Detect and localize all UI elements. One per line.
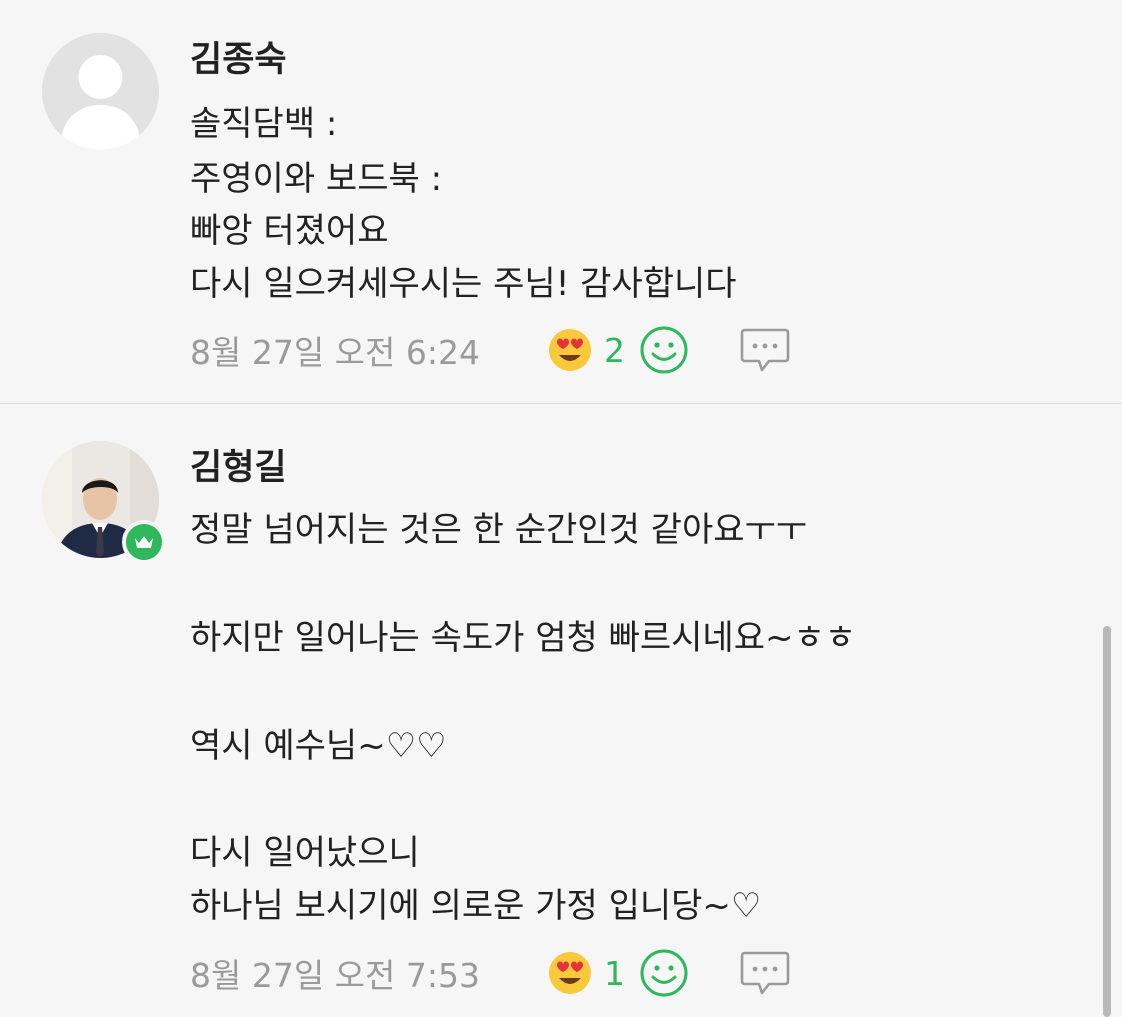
reply-comment-icon[interactable] bbox=[739, 326, 791, 374]
comment-timestamp: 8월 27일 오전 6:24 bbox=[190, 333, 481, 372]
comment-text-line: 다시 일으켜세우시는 주님! 감사합니다 bbox=[190, 264, 737, 304]
comment-timestamp: 8월 27일 오전 7:53 bbox=[190, 956, 481, 995]
comment-divider bbox=[0, 403, 1122, 404]
comment-author[interactable]: 김종숙 bbox=[190, 39, 287, 81]
comment-text-line: 하나님 보시기에 의로운 가정 입니당~♡ bbox=[190, 886, 762, 926]
default-user-icon bbox=[42, 33, 159, 150]
comment-text-line: 역시 예수님~♡♡ bbox=[190, 726, 447, 766]
reply-comment-icon[interactable] bbox=[739, 949, 791, 997]
comment-meta: 8월 27일 오전 6:24 2 bbox=[190, 325, 791, 375]
add-reaction-smiley-icon[interactable] bbox=[639, 325, 689, 375]
avatar[interactable] bbox=[42, 33, 159, 150]
heart-eyes-emoji-icon[interactable] bbox=[548, 328, 592, 372]
reaction-count: 1 bbox=[604, 953, 625, 993]
comment-text-line: 정말 넘어지는 것은 한 순간인것 같아요ㅜㅜ bbox=[190, 510, 808, 550]
scrollbar[interactable] bbox=[1103, 626, 1111, 1017]
comment-author[interactable]: 김형길 bbox=[190, 447, 287, 489]
crown-icon bbox=[135, 536, 153, 548]
comment-text-line: 주영이와 보드북 : bbox=[190, 159, 443, 199]
comment-text-line: 빠앙 터졌어요 bbox=[190, 211, 389, 251]
heart-eyes-emoji-icon[interactable] bbox=[548, 951, 592, 995]
comment-text-line: 다시 일어났으니 bbox=[190, 833, 420, 873]
comment-text-line: 솔직담백 : bbox=[190, 104, 338, 144]
add-reaction-smiley-icon[interactable] bbox=[639, 948, 689, 998]
comment-text-line: 하지만 일어나는 속도가 엄청 빠르시네요~ㅎㅎ bbox=[190, 618, 857, 658]
comment-meta: 8월 27일 오전 7:53 1 bbox=[190, 948, 791, 998]
reaction-count: 2 bbox=[604, 330, 625, 370]
host-badge bbox=[122, 520, 166, 564]
